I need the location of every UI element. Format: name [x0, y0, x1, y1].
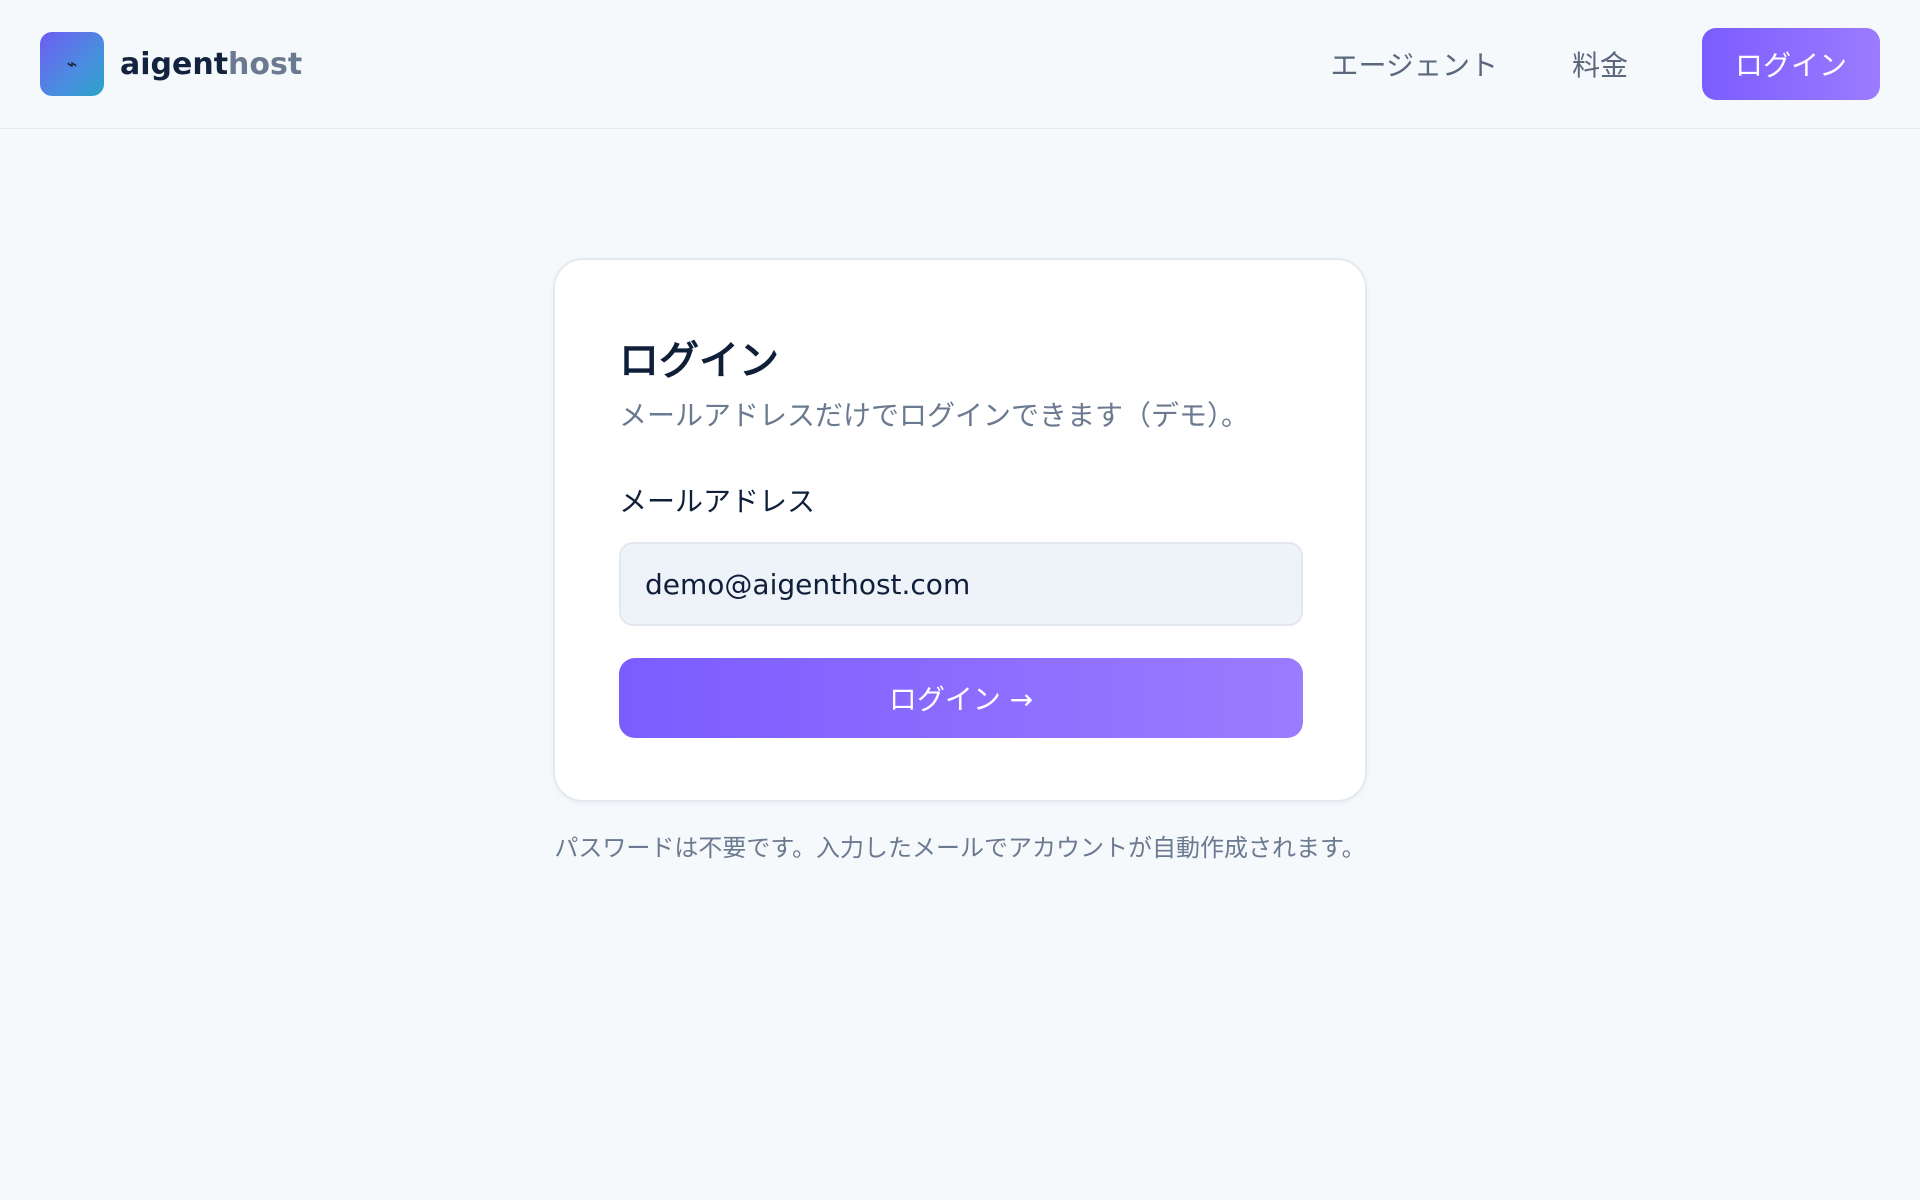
brand-name-primary: aigent [120, 46, 229, 82]
brand-home-link[interactable]: ⌁ aigenthost [40, 32, 302, 96]
nav-login-button[interactable]: ログイン [1702, 28, 1880, 100]
login-card: ログイン メールアドレスだけでログインできます（デモ）。 メールアドレス ログイ… [553, 258, 1367, 802]
email-field[interactable] [619, 542, 1303, 626]
login-submit-button[interactable]: ログイン → [619, 658, 1303, 738]
top-navigation-bar: ⌁ aigenthost エージェント 料金 ログイン [0, 0, 1920, 129]
login-subtitle: メールアドレスだけでログインできます（デモ）。 [619, 399, 1250, 432]
brand-name: aigenthost [120, 47, 302, 82]
password-notice: パスワードは不要です。入力したメールでアカウントが自動作成されます。 [554, 834, 1366, 862]
brand-name-secondary: host [228, 46, 303, 82]
main-nav: エージェント 料金 ログイン [1331, 28, 1880, 100]
login-title: ログイン [619, 338, 779, 384]
aigenthost-logo-icon: ⌁ [40, 32, 104, 96]
nav-pricing-link[interactable]: 料金 [1572, 44, 1628, 84]
email-label: メールアドレス [619, 485, 816, 518]
logo-glyph: ⌁ [66, 53, 78, 75]
nav-agents-link[interactable]: エージェント [1331, 44, 1498, 84]
